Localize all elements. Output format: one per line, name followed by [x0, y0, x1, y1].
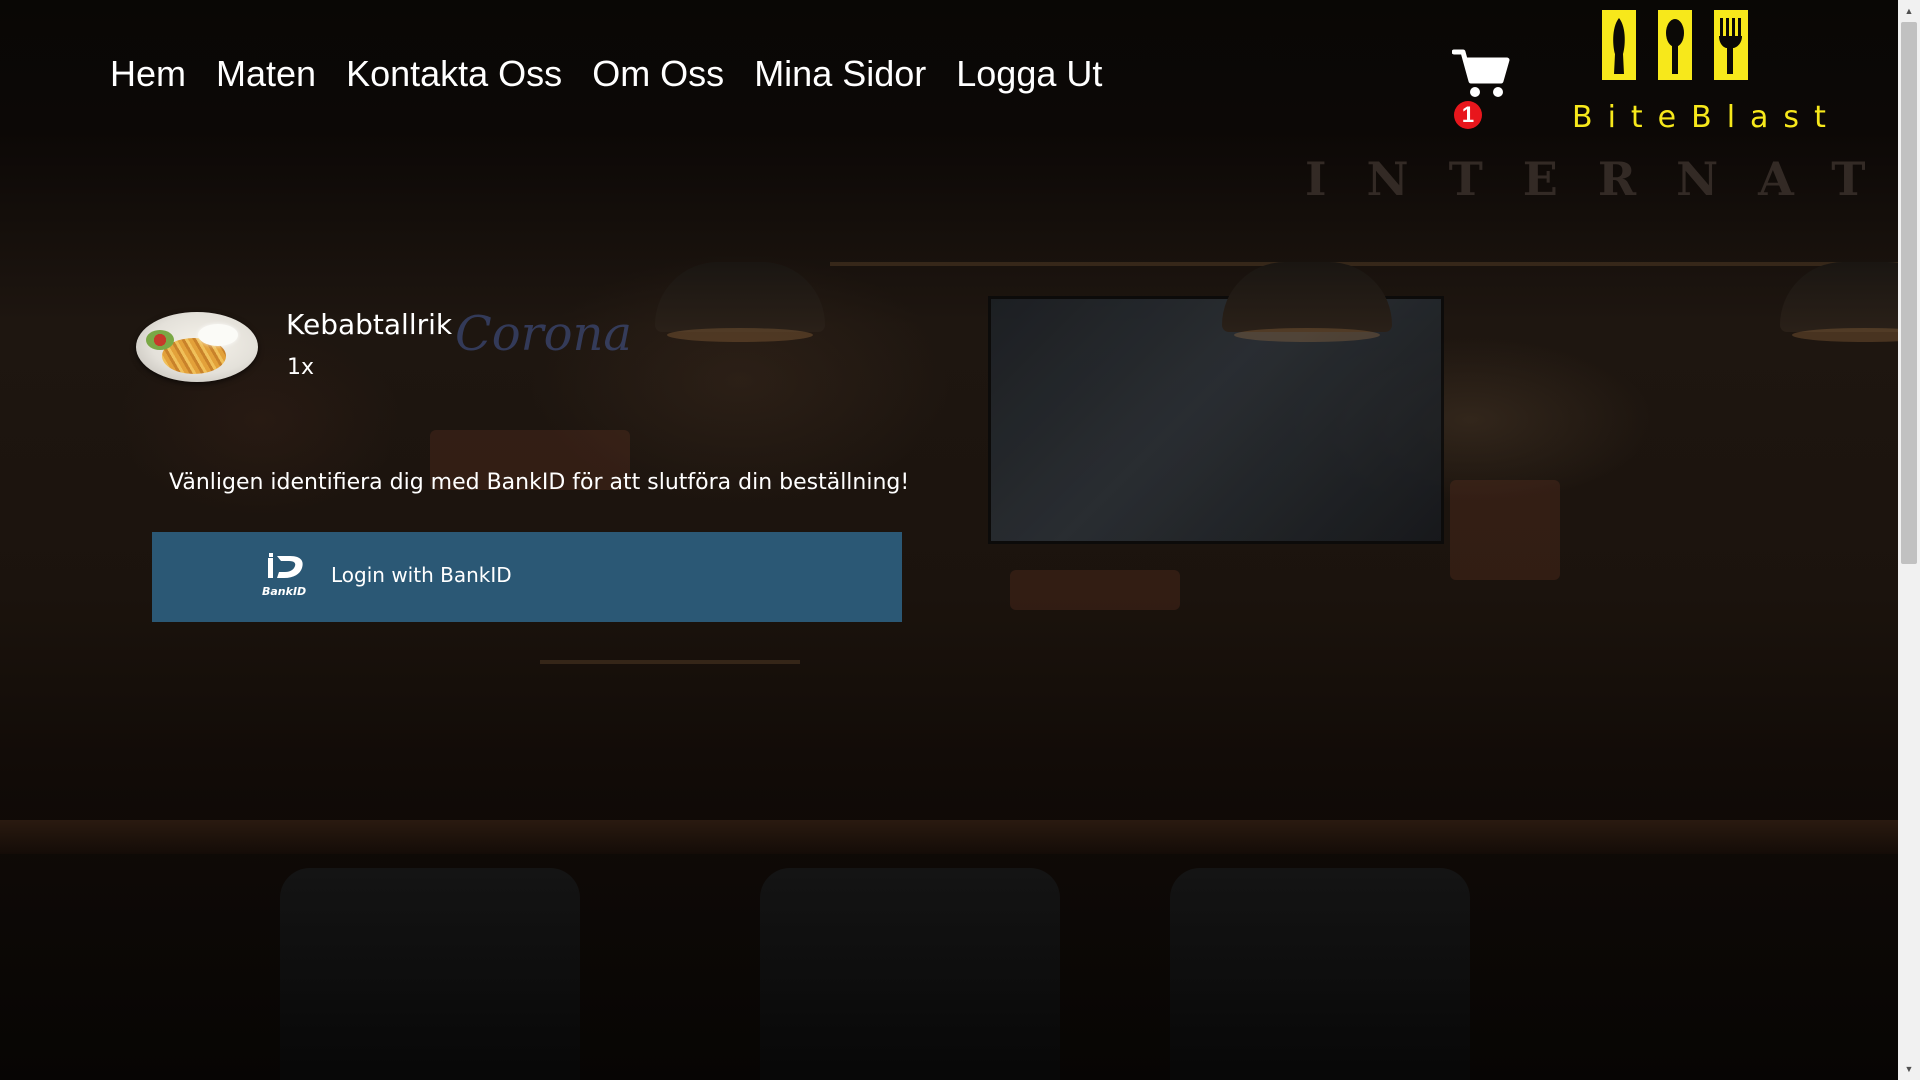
item-name: Kebabtallrik	[286, 308, 453, 341]
header: Hem Maten Kontakta Oss Om Oss Mina Sidor…	[0, 0, 1898, 150]
bankid-notice: Vänligen identifiera dig med BankID för …	[169, 470, 910, 495]
login-with-bankid-button[interactable]: BankID Login with BankID	[152, 532, 902, 622]
svg-text:BankID: BankID	[262, 585, 306, 598]
bankid-button-label: Login with BankID	[331, 563, 512, 587]
nav-item-hem[interactable]: Hem	[110, 52, 186, 96]
nav-item-om-oss[interactable]: Om Oss	[592, 52, 724, 96]
nav-item-kontakta-oss[interactable]: Kontakta Oss	[346, 52, 562, 96]
scrollbar-thumb[interactable]	[1901, 22, 1917, 564]
nav-item-logga-ut[interactable]: Logga Ut	[956, 52, 1102, 96]
item-quantity: 1x	[287, 355, 315, 380]
item-image	[136, 312, 258, 382]
brand-name: BiteBlast	[1572, 100, 1841, 135]
nav-item-maten[interactable]: Maten	[216, 52, 316, 96]
nav-item-mina-sidor[interactable]: Mina Sidor	[754, 52, 926, 96]
scroll-down-arrow-icon[interactable]: ▼	[1898, 1058, 1920, 1080]
cart-icon[interactable]	[1451, 48, 1510, 100]
main-nav: Hem Maten Kontakta Oss Om Oss Mina Sidor…	[110, 52, 1102, 96]
vertical-scrollbar[interactable]: ▲ ▼	[1898, 0, 1920, 1080]
scroll-up-arrow-icon[interactable]: ▲	[1898, 0, 1920, 22]
bankid-logo-icon: BankID	[260, 552, 312, 600]
cart-count-badge: 1	[1454, 101, 1482, 129]
